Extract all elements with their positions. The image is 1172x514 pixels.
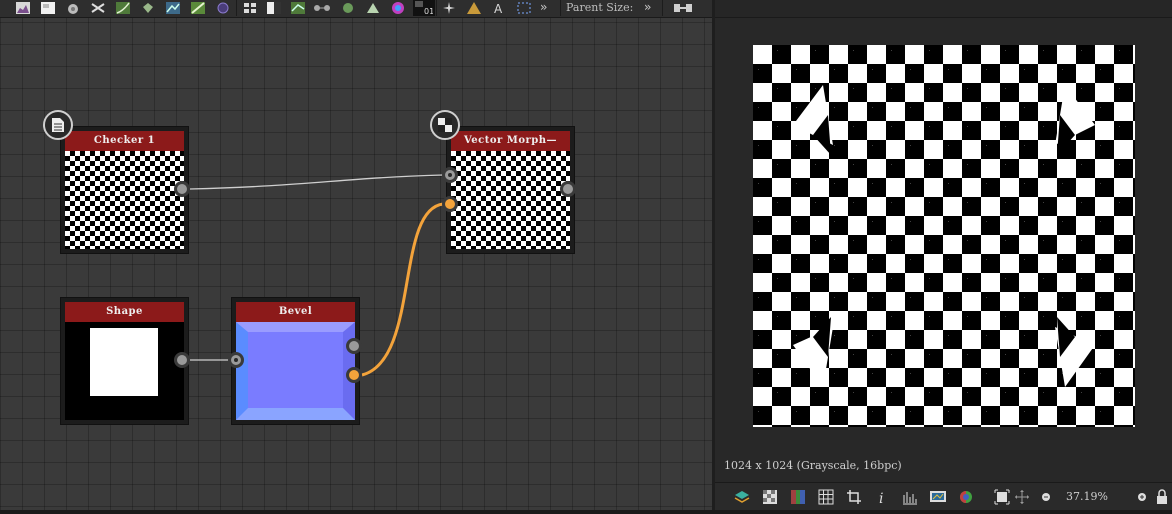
tile-grid-icon[interactable] (817, 489, 835, 505)
histogram-icon[interactable] (901, 489, 919, 505)
color-wheel-icon[interactable] (387, 0, 409, 16)
preview-statusbar: i 37.19% (715, 482, 1172, 511)
grid-icon[interactable] (239, 0, 261, 16)
svg-text:i: i (879, 491, 883, 505)
curve-icon[interactable] (112, 0, 134, 16)
crop-icon[interactable] (845, 489, 863, 505)
svg-text:01: 01 (424, 7, 433, 15)
zoom-level[interactable]: 37.19% (1043, 489, 1131, 505)
checker-badge-icon[interactable] (430, 110, 460, 140)
split-icon[interactable] (263, 0, 285, 16)
shape-output-port[interactable] (174, 352, 190, 368)
preview-panel: 1024 x 1024 (Grayscale, 16bpc) i 37.19% (715, 0, 1172, 514)
gradient-icon[interactable] (187, 0, 209, 16)
checker-output-port[interactable] (174, 181, 190, 197)
shuffle-icon[interactable] (87, 0, 109, 16)
marquee-icon[interactable] (513, 0, 535, 16)
zoom-in-icon[interactable] (1133, 489, 1151, 505)
svg-text:A: A (494, 2, 503, 15)
node-connections (189, 174, 444, 377)
vector-morph-vector-input-port[interactable] (442, 196, 458, 212)
checker-icon[interactable] (761, 489, 779, 505)
bevel-height-output-port[interactable] (346, 338, 362, 354)
bucket-icon[interactable] (137, 0, 159, 16)
vector-morph-output-port[interactable] (560, 181, 576, 197)
fit-icon[interactable] (993, 489, 1011, 505)
color-channels-icon[interactable] (789, 489, 807, 505)
lock-icon[interactable] (1153, 489, 1171, 505)
flare-icon[interactable] (438, 0, 460, 16)
color-sphere-icon[interactable] (957, 489, 975, 505)
graph-toolbar: 01 A » Parent Size: » (0, 0, 712, 18)
bevel-input-port[interactable] (228, 352, 244, 368)
bitmap-01-icon[interactable]: 01 (413, 0, 435, 16)
blur-icon[interactable] (62, 0, 84, 16)
bevel-normal-output-port[interactable] (346, 367, 362, 383)
histogram-icon[interactable] (12, 0, 34, 16)
triangle-icon[interactable] (362, 0, 384, 16)
warning-icon[interactable] (463, 0, 485, 16)
vector-morph-input-port[interactable] (442, 167, 458, 183)
preview-header (715, 0, 1172, 18)
text-icon[interactable]: A (488, 0, 510, 16)
parent-size-chevron[interactable]: » (644, 0, 651, 16)
graph-canvas[interactable]: 01 A » Parent Size: » Checker 1 Vector M… (0, 0, 712, 514)
display-icon[interactable] (929, 489, 947, 505)
levels-icon[interactable] (162, 0, 184, 16)
layers-icon[interactable] (733, 489, 751, 505)
toolbar-overflow-chevron[interactable]: » (540, 0, 547, 16)
nodes-icon[interactable] (311, 0, 333, 16)
document-icon[interactable] (43, 110, 73, 140)
link-nodes-icon[interactable] (672, 0, 694, 16)
image-icon[interactable] (37, 0, 59, 16)
info-icon[interactable]: i (873, 489, 891, 505)
parent-size-label: Parent Size: (566, 1, 634, 14)
warp-icon[interactable] (287, 0, 309, 16)
sphere-icon[interactable] (337, 0, 359, 16)
preview-image[interactable] (753, 45, 1135, 427)
image-info: 1024 x 1024 (Grayscale, 16bpc) (724, 459, 902, 472)
circle-icon[interactable] (212, 0, 234, 16)
move-icon[interactable] (1013, 489, 1031, 505)
